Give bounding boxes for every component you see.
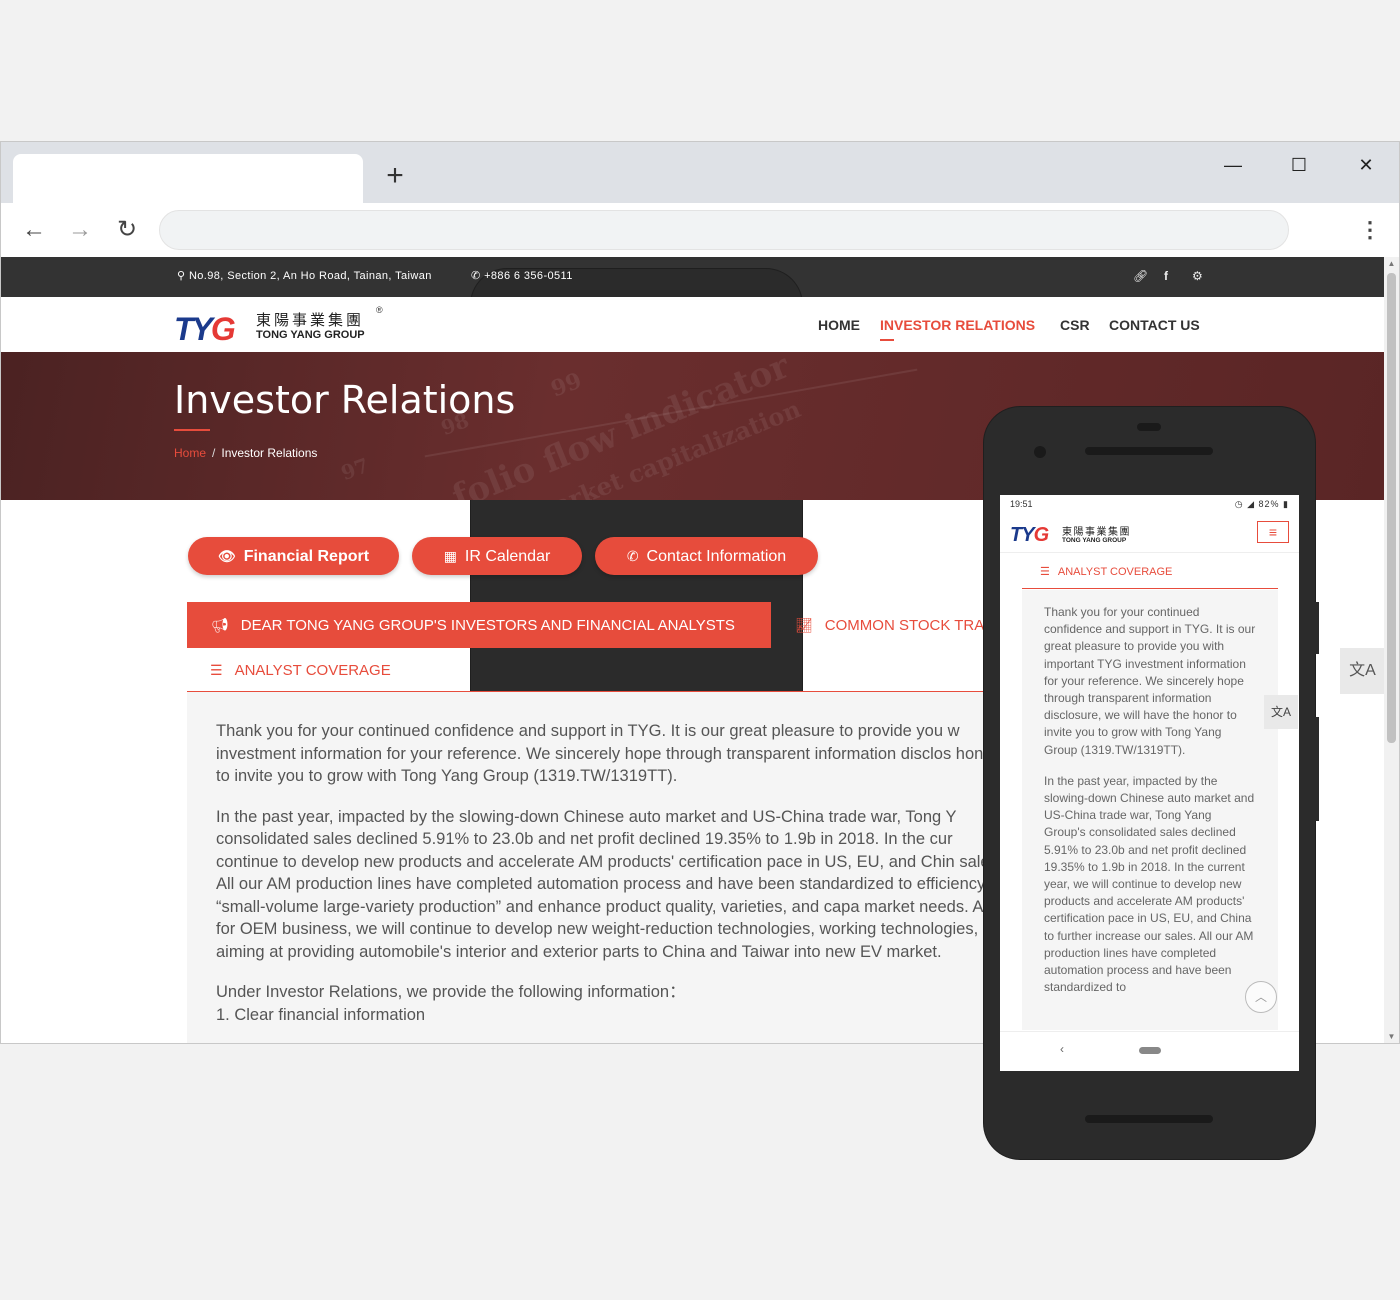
nav-contact-us[interactable]: CONTACT US (1109, 317, 1200, 333)
phone-mockup: 19:51 ◷ ◢ 82% ▮ TYG 東陽事業集團 TONG YANG GRO… (984, 407, 1319, 1159)
alarm-icon: ◷ (1234, 499, 1244, 509)
maximize-button[interactable]: ☐ (1279, 150, 1319, 180)
phone-screen: 19:51 ◷ ◢ 82% ▮ TYG 東陽事業集團 TONG YANG GRO… (1000, 495, 1299, 1071)
tab-analyst-coverage[interactable]: ☰ ANALYST COVERAGE (210, 647, 391, 693)
android-nav-bar: ‹ (1000, 1031, 1299, 1071)
address-bar[interactable] (159, 210, 1289, 250)
mobile-header: TYG 東陽事業集團 TONG YANG GROUP ≡ (1000, 513, 1299, 553)
address-text: ⚲ No.98, Section 2, An Ho Road, Tainan, … (177, 270, 432, 282)
page-scrollbar[interactable]: ▲ ▼ (1384, 257, 1399, 1043)
toolbar: ← → ↻ ⋮ (1, 203, 1399, 257)
battery-level: 82% (1258, 499, 1280, 509)
scroll-up-arrow-icon[interactable]: ▲ (1384, 257, 1399, 271)
phone-icon: ✆ (471, 270, 481, 282)
content-paragraph: Thank you for your continued confidence … (216, 722, 999, 785)
ir-calendar-button[interactable]: ▦ IR Calendar (412, 537, 582, 575)
nav-csr[interactable]: CSR (1060, 317, 1090, 333)
translate-icon[interactable]: 文A (1264, 695, 1298, 729)
calendar-icon: ▦ (443, 548, 457, 564)
signal-icon: ◢ (1247, 499, 1255, 509)
map-marker-icon: ⚲ (177, 270, 186, 282)
facebook-icon[interactable]: f (1164, 269, 1168, 283)
phone-bottom-speaker (1085, 1115, 1213, 1123)
mobile-tab-analyst-coverage[interactable]: ☰ ANALYST COVERAGE (1022, 555, 1278, 589)
tyg-logo[interactable]: TYG 東陽事業集團 TONG YANG GROUP ® (174, 305, 394, 347)
breadcrumb: Home / Investor Relations (174, 446, 317, 460)
eye-icon: 👁︎ (217, 548, 236, 564)
line-chart-icon: 📈︎ (795, 617, 813, 633)
status-bar: 19:51 ◷ ◢ 82% ▮ (1000, 495, 1299, 513)
android-home-pill[interactable] (1139, 1047, 1161, 1054)
new-tab-button[interactable]: + (381, 161, 409, 191)
scroll-to-top-icon[interactable]: ︿ (1245, 981, 1277, 1013)
phone-icon: ✆ (626, 548, 639, 564)
breadcrumb-home[interactable]: Home (174, 446, 206, 460)
phone-volume-button (1315, 717, 1319, 821)
content-paragraph: Under Investor Relations, we provide the… (216, 983, 686, 1001)
breadcrumb-current: Investor Relations (221, 446, 318, 460)
tab-bar: + — ☐ ✕ (1, 142, 1399, 203)
nav-investor-relations[interactable]: INVESTOR RELATIONS (880, 317, 1035, 341)
logo-mark: TYG (174, 311, 236, 347)
status-time: 19:51 (1010, 499, 1033, 509)
back-button[interactable]: ← (19, 215, 49, 245)
status-icons: ◷ ◢ 82% ▮ (1235, 499, 1289, 510)
hamburger-menu-icon[interactable]: ≡ (1257, 521, 1289, 543)
nav-home[interactable]: HOME (818, 317, 860, 333)
list-icon: ☰ (1040, 566, 1050, 578)
browser-menu-button[interactable]: ⋮ (1359, 215, 1381, 245)
battery-icon: ▮ (1283, 499, 1289, 509)
tab-content: Thank you for your continued confidence … (187, 692, 1007, 1043)
gear-icon[interactable]: ⚙ (1192, 269, 1203, 283)
tab-dear-investors[interactable]: 📢︎ DEAR TONG YANG GROUP'S INVESTORS AND F… (187, 602, 771, 648)
logo-mark: TYG (1010, 524, 1049, 546)
logo-english-name: TONG YANG GROUP (256, 329, 365, 341)
reload-button[interactable]: ↻ (112, 215, 142, 245)
phone-camera (1034, 446, 1046, 458)
translate-icon[interactable]: 文A (1340, 648, 1385, 694)
megaphone-icon: 📢︎ (211, 617, 229, 633)
close-window-button[interactable]: ✕ (1346, 150, 1386, 180)
content-paragraph: In the past year, impacted by the slowin… (1044, 773, 1255, 995)
phone-speaker (1085, 447, 1213, 455)
financial-report-button[interactable]: 👁︎ Financial Report (188, 537, 399, 575)
list-icon: ☰ (210, 662, 223, 678)
page-title: Investor Relations (174, 378, 516, 431)
logo-chinese-name: 東陽事業集團 (1062, 527, 1131, 538)
mobile-tyg-logo[interactable]: TYG 東陽事業集團 TONG YANG GROUP (1010, 524, 1130, 547)
site-topbar: ⚲ No.98, Section 2, An Ho Road, Tainan, … (1, 257, 1385, 1021)
scroll-down-arrow-icon[interactable]: ▼ (1384, 1030, 1399, 1043)
minimize-button[interactable]: — (1213, 150, 1253, 180)
banner-bg-text: 99 (547, 367, 586, 403)
registered-mark: ® (376, 305, 383, 315)
banner-bg-text: 97 (337, 452, 373, 486)
content-list-item: 1. Clear financial information (216, 1005, 426, 1024)
forward-button[interactable]: → (65, 215, 95, 245)
link-icon[interactable]: 🔗︎ (1133, 269, 1149, 283)
content-paragraph: In the past year, impacted by the slowin… (216, 807, 1004, 961)
content-paragraph: Thank you for your continued confidence … (1044, 605, 1256, 757)
mobile-content: Thank you for your continued confidence … (1022, 590, 1278, 1030)
breadcrumb-separator: / (212, 446, 216, 460)
scrollbar-thumb[interactable] (1387, 273, 1396, 743)
tab-common-stock[interactable]: 📈︎ COMMON STOCK TRA (795, 602, 984, 648)
android-back-icon[interactable]: ‹ (1060, 1042, 1064, 1056)
browser-tab[interactable] (13, 154, 363, 203)
contact-information-button[interactable]: ✆ Contact Information (595, 537, 818, 575)
phone-power-button (1315, 602, 1319, 654)
logo-chinese-name: 東陽事業集團 (256, 311, 365, 329)
logo-english-name: TONG YANG GROUP (1062, 537, 1127, 544)
phone-sensor (1137, 423, 1161, 431)
site-header: TYG 東陽事業集團 TONG YANG GROUP ® HOME INVEST… (1, 297, 1385, 352)
